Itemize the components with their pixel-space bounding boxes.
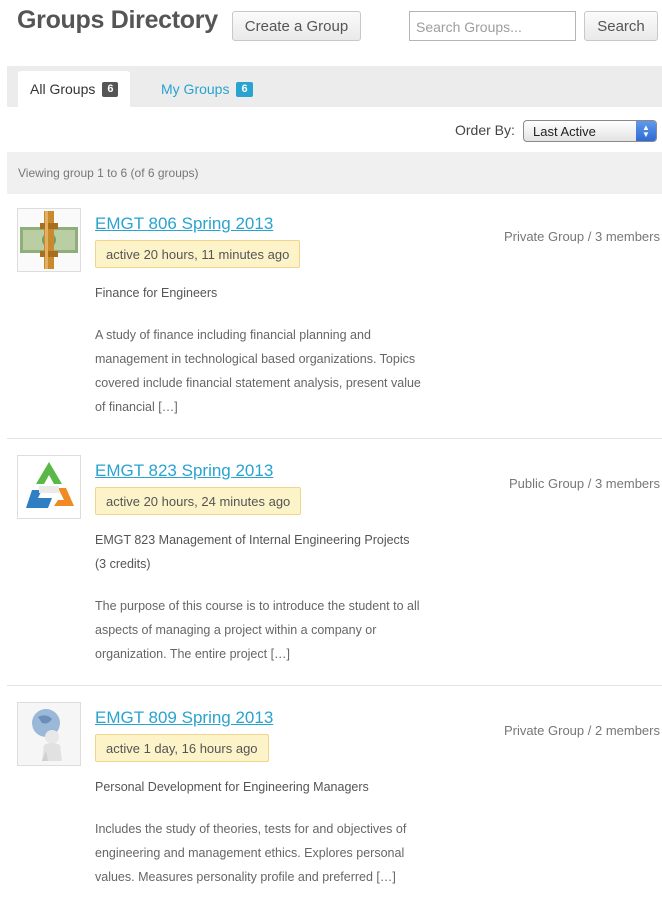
group-type-members: Private Group / 3 members [503, 229, 660, 244]
page-title: Groups Directory [17, 6, 218, 34]
group-type-members: Private Group / 2 members [503, 723, 660, 738]
group-description: The purpose of this course is to introdu… [95, 599, 420, 661]
group-avatar[interactable] [17, 208, 81, 272]
search-groups-input[interactable] [409, 11, 576, 41]
group-tabs: All Groups 6 My Groups 6 [7, 66, 662, 107]
select-arrows-icon: ▲ ▼ [636, 121, 656, 141]
search-button[interactable]: Search [584, 11, 658, 41]
group-last-active: active 20 hours, 24 minutes ago [95, 487, 302, 515]
group-description: Includes the study of theories, tests fo… [95, 822, 407, 884]
tab-all-groups[interactable]: All Groups 6 [18, 71, 131, 107]
order-by-selected: Last Active [533, 123, 596, 139]
group-item: EMGT 809 Spring 2013 active 1 day, 16 ho… [7, 702, 662, 907]
group-subtitle: Personal Development for Engineering Man… [95, 780, 369, 794]
group-description: A study of finance including financial p… [95, 328, 421, 414]
pagination-text: Viewing group 1 to 6 (of 6 groups) [18, 166, 199, 180]
figure-globe-icon [18, 703, 80, 765]
group-avatar[interactable] [17, 702, 81, 766]
cycle-triangle-icon [18, 456, 80, 518]
group-avatar[interactable] [17, 455, 81, 519]
tab-my-groups-label: My Groups [161, 81, 230, 97]
divider [7, 438, 662, 439]
create-group-button[interactable]: Create a Group [232, 11, 361, 41]
pagination-count: Viewing group 1 to 6 (of 6 groups) [7, 152, 662, 194]
tab-my-groups[interactable]: My Groups 6 [149, 71, 265, 107]
group-last-active: active 20 hours, 11 minutes ago [95, 240, 301, 268]
group-title-link[interactable]: EMGT 806 Spring 2013 [95, 214, 273, 234]
tab-all-groups-count: 6 [102, 81, 119, 97]
group-title-link[interactable]: EMGT 809 Spring 2013 [95, 708, 273, 728]
group-last-active: active 1 day, 16 hours ago [95, 734, 269, 762]
group-item: EMGT 823 Spring 2013 active 20 hours, 24… [7, 455, 662, 686]
group-subtitle: Finance for Engineers [95, 286, 218, 300]
money-pipe-icon [20, 211, 78, 269]
group-subtitle: EMGT 823 Management of Internal Engineer… [95, 533, 410, 571]
group-title-link[interactable]: EMGT 823 Spring 2013 [95, 461, 273, 481]
tab-my-groups-count: 6 [236, 81, 253, 97]
order-by-select[interactable]: Last Active ▲ ▼ [523, 120, 657, 142]
group-type-members: Public Group / 3 members [508, 476, 660, 491]
divider [7, 685, 662, 686]
order-by-label: Order By: [455, 122, 515, 138]
group-item: EMGT 806 Spring 2013 active 20 hours, 11… [7, 208, 662, 439]
tab-all-groups-label: All Groups [30, 81, 96, 97]
